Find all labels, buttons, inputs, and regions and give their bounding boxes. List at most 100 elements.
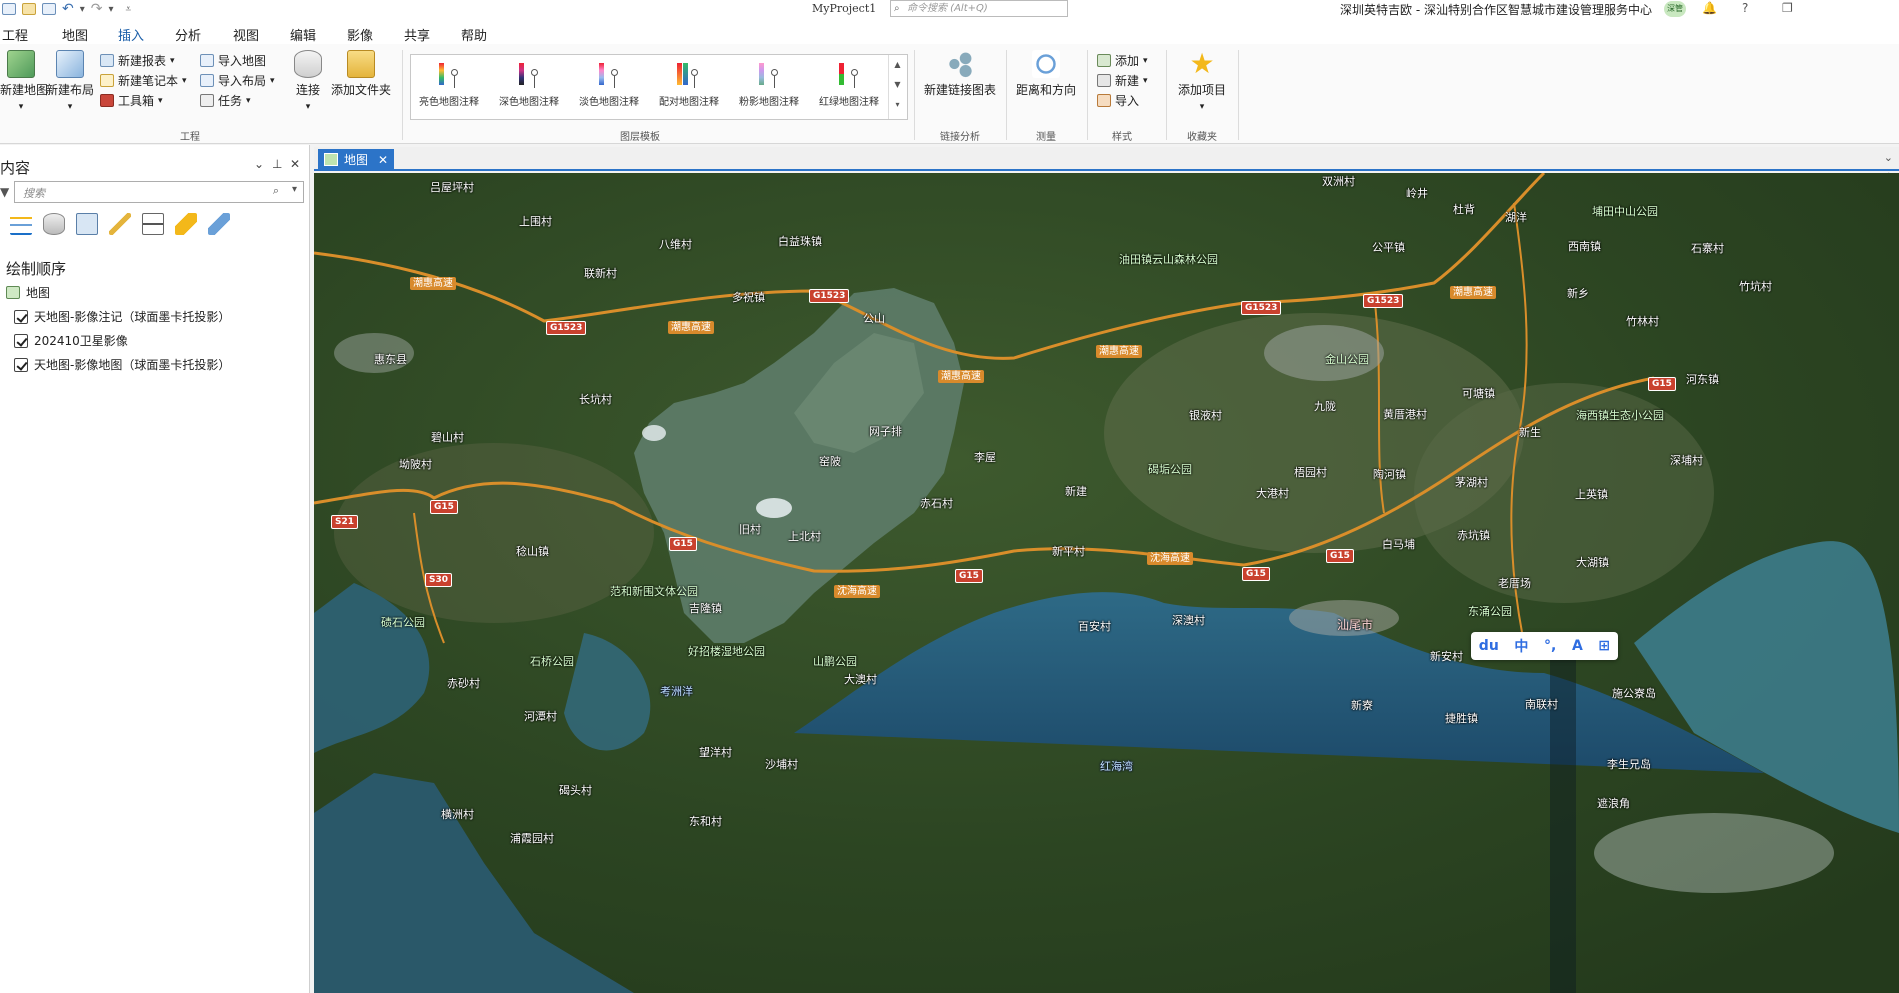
redo-icon[interactable]: ↷ [91,1,103,17]
search-icon[interactable]: ⌕ [273,184,279,198]
ime-grid-icon[interactable]: ⊞ [1598,638,1610,654]
snapping-icon[interactable] [142,213,164,235]
tab-view[interactable]: 视图 [233,25,259,44]
restore-icon[interactable]: ❐ [1782,1,1793,15]
group-label-layer-templates: 图层模板 [620,132,660,143]
draw-order-icon[interactable] [10,213,32,235]
editing-icon[interactable] [109,213,131,235]
ime-toolbar[interactable]: du 中 °, A ⊞ [1471,632,1618,660]
filter-icon[interactable]: ▼ [0,185,9,199]
chevron-down-icon[interactable]: ⌄ [1884,151,1893,164]
layer-visibility-checkbox[interactable] [14,333,28,348]
layer-row[interactable]: 202410卫星影像 [14,332,128,349]
style-new-button[interactable]: 新建 ▾ [1097,72,1148,89]
chevron-up-icon[interactable]: ▲ [894,60,900,69]
new-project-icon[interactable] [2,3,16,15]
data-source-icon[interactable] [43,213,65,235]
tab-imagery[interactable]: 影像 [347,25,373,44]
road-name-label: 沈海高速 [1147,552,1193,565]
chevron-down-icon[interactable]: ▾ [292,184,297,195]
park-label: 金山公园 [1325,353,1369,366]
ime-skin-icon[interactable]: A [1572,638,1583,654]
notification-icon[interactable]: 🔔 [1702,1,1717,15]
place-label: 新生 [1519,426,1541,439]
place-label: 深埔村 [1670,454,1703,467]
map-node[interactable]: 地图 [6,284,50,301]
park-label: 海西镇生态小公园 [1576,409,1664,422]
tab-project[interactable]: 工程 [2,25,28,44]
open-icon[interactable] [22,3,36,15]
connect-button[interactable]: 连接 ▾ [290,50,326,112]
gallery-expand-icon[interactable]: ▾ [895,100,899,109]
tab-map-view[interactable]: 地图 ✕ [318,149,395,171]
template-pink-annotation[interactable]: 粉影地图注释 [731,61,807,108]
labeling-icon[interactable] [175,213,197,235]
tab-map[interactable]: 地图 [62,25,88,44]
place-label: 河潭村 [524,710,557,723]
place-label: 竹林村 [1626,315,1659,328]
import-map-button[interactable]: 导入地图 [200,52,266,69]
new-report-button[interactable]: 新建报表 ▾ [100,52,175,69]
tab-help[interactable]: 帮助 [461,25,487,44]
undo-icon[interactable]: ↶ [62,1,74,17]
task-button[interactable]: 任务 ▾ [200,92,251,109]
chevron-down-icon[interactable]: ▼ [894,80,900,89]
toolbox-button[interactable]: 工具箱 ▾ [100,92,163,109]
place-label: 西南镇 [1568,240,1601,253]
selection-icon[interactable] [76,213,98,235]
template-dark-annotation[interactable]: 深色地图注释 [491,61,567,108]
tab-insert[interactable]: 插入 [118,25,145,50]
template-redgreen-annotation[interactable]: 红绿地图注释 [811,61,887,108]
tab-analysis[interactable]: 分析 [175,25,201,44]
template-label: 配对地图注释 [659,97,719,108]
redo-dropdown-icon[interactable]: ▾ [109,4,114,15]
place-label: 浦霞园村 [510,832,554,845]
contents-search-input[interactable]: 搜索 ⌕ ▾ [14,181,304,203]
template-pink-icon [755,61,783,89]
pane-options-icon[interactable]: ⌄ [254,157,264,171]
add-folder-button[interactable]: 添加文件夹 [330,50,392,98]
road-shield: S30 [425,573,453,587]
place-label: 窑陂 [819,455,841,468]
undo-dropdown-icon[interactable]: ▾ [80,4,85,15]
layer-row[interactable]: 天地图-影像注记（球面墨卡托投影） [14,308,230,325]
layer-row[interactable]: 天地图-影像地图（球面墨卡托投影） [14,356,230,373]
gallery-scroll[interactable]: ▲ ▼ ▾ [888,55,906,119]
template-light-annotation[interactable]: 亮色地图注释 [411,61,487,108]
place-label: 可塘镇 [1462,387,1495,400]
symbology-icon[interactable] [208,213,230,235]
distance-direction-button[interactable]: 距离和方向 [1014,50,1078,98]
layer-visibility-checkbox[interactable] [14,309,28,324]
new-map-button[interactable]: 新建地图 ▾ [0,50,48,112]
close-icon[interactable]: ✕ [378,149,388,171]
close-icon[interactable]: ✕ [290,157,300,171]
layer-visibility-checkbox[interactable] [14,357,28,372]
save-icon[interactable] [42,3,56,15]
new-notebook-button[interactable]: 新建笔记本 ▾ [100,72,187,89]
customize-icon[interactable]: ⩡ [126,4,132,15]
new-notebook-label: 新建笔记本 [118,74,179,88]
new-link-chart-button[interactable]: 新建链接图表 [922,50,998,98]
map-view[interactable]: 吕屋坪村 上围村 八维村 白益珠镇 联新村 多祝镇 公山 长坑村 碧山村 网子排 窑陂 李屋 坳陂村 赤石… [314,173,1899,993]
style-add-button[interactable]: 添加 ▾ [1097,52,1148,69]
import-layout-button[interactable]: 导入布局 ▾ [200,72,275,89]
new-layout-button[interactable]: 新建布局 ▾ [46,50,94,112]
template-pale-annotation[interactable]: 淡色地图注释 [571,61,647,108]
ime-mode-chinese[interactable]: 中 [1514,636,1528,656]
baidu-ime-icon[interactable]: du [1479,638,1499,654]
avatar[interactable]: 深管 [1664,1,1686,17]
command-search-input[interactable]: ⌕ 命令搜索 (Alt+Q) [890,0,1068,17]
template-paired-annotation[interactable]: 配对地图注释 [651,61,727,108]
pin-icon[interactable]: ⊥ [272,157,282,171]
help-icon[interactable]: ? [1742,1,1748,15]
contents-pane: 内容 ⌄ ⊥ ✕ ▼ 搜索 ⌕ ▾ 绘制顺序 地图 天地图-影像注记（球面墨卡托投影… [0,145,310,993]
style-import-button[interactable]: 导入 [1097,92,1139,109]
place-label: 双洲村 [1322,175,1355,188]
tab-edit[interactable]: 编辑 [290,25,316,44]
layer-name: 天地图-影像地图（球面墨卡托投影） [34,358,231,372]
add-item-button[interactable]: ★ 添加项目 ▾ [1174,50,1230,113]
draw-order-heading: 绘制顺序 [6,260,67,278]
water-label: 考洲洋 [660,685,693,698]
tab-share[interactable]: 共享 [404,25,430,44]
ime-punctuation-icon[interactable]: °, [1544,638,1556,654]
